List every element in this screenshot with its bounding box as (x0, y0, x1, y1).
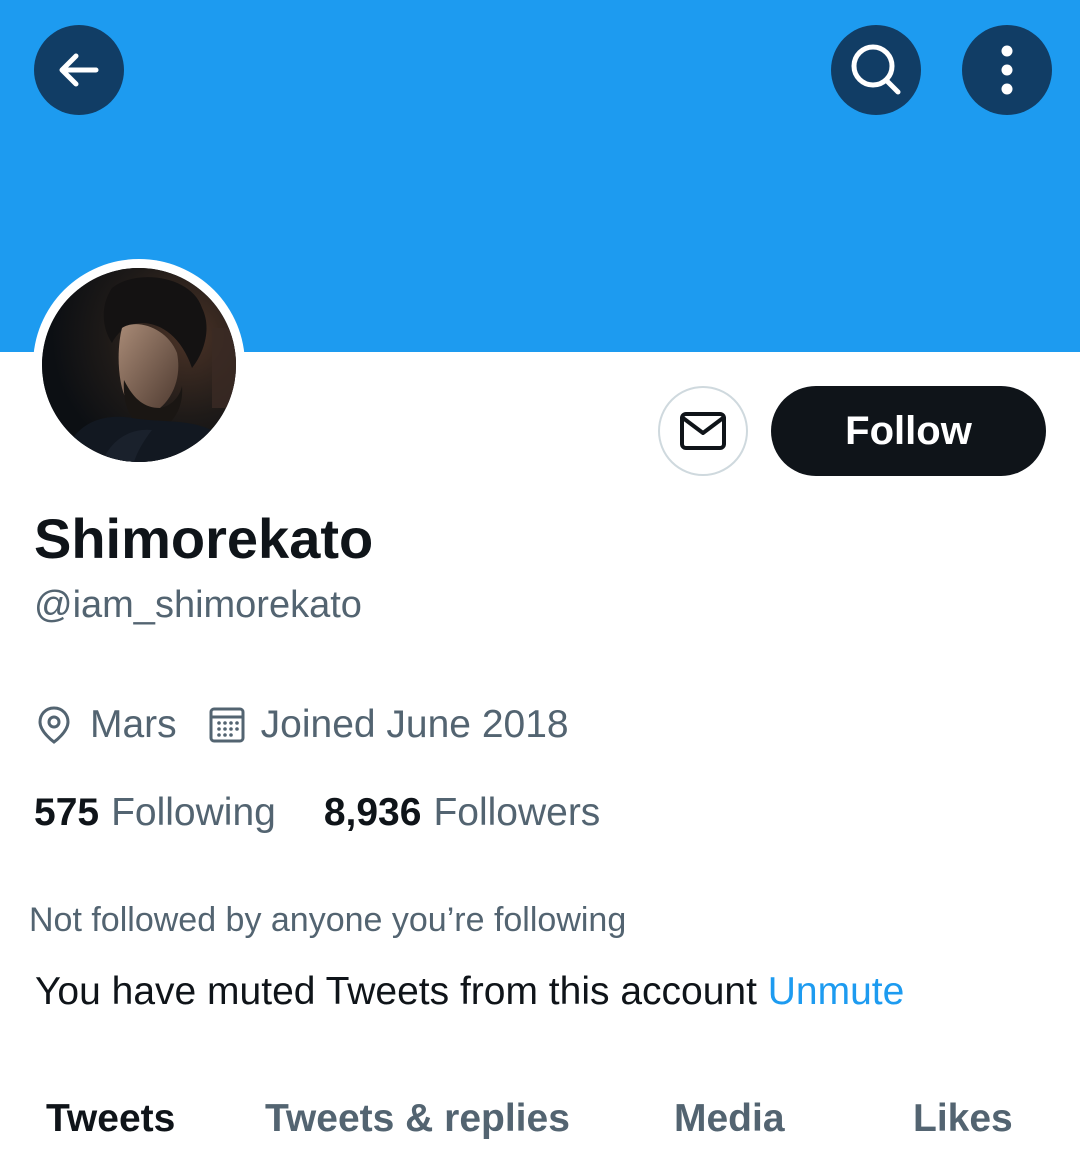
muted-text: You have muted Tweets from this account (35, 970, 757, 1013)
tab-tweets-and-replies[interactable]: Tweets & replies (265, 1097, 570, 1141)
more-options-button[interactable] (962, 25, 1052, 115)
location-pin-icon (36, 705, 72, 745)
not-followed-notice: Not followed by anyone you’re following (29, 901, 627, 939)
followers-count: 8,936 (323, 791, 422, 834)
following-count: 575 (34, 791, 100, 834)
arrow-left-icon (59, 53, 99, 87)
search-button[interactable] (831, 25, 921, 115)
following-link[interactable]: 575 Following (34, 791, 276, 835)
tab-tweets[interactable]: Tweets (46, 1097, 175, 1141)
follow-button[interactable]: Follow (771, 386, 1046, 476)
location-text: Mars (90, 703, 177, 746)
followers-link[interactable]: 8,936 Followers (324, 791, 600, 835)
followers-label: Followers (433, 791, 601, 834)
unmute-link[interactable]: Unmute (768, 970, 905, 1013)
avatar-image (42, 268, 236, 462)
display-name: Shimorekato (34, 507, 374, 570)
more-vertical-icon (1001, 45, 1013, 95)
message-button[interactable] (658, 386, 748, 476)
calendar-icon (209, 706, 245, 744)
user-handle: @iam_shimorekato (34, 584, 362, 626)
envelope-icon (680, 412, 726, 450)
profile-meta: Mars Joined June 2018 (34, 700, 569, 750)
muted-notice: You have muted Tweets from this account … (35, 970, 904, 1014)
following-label: Following (111, 791, 276, 834)
joined-date: Joined June 2018 (260, 703, 569, 746)
avatar[interactable] (33, 259, 245, 471)
back-button[interactable] (34, 25, 124, 115)
search-icon (851, 44, 901, 95)
follow-stats: 575 Following 8,936 Followers (34, 788, 600, 838)
tab-media[interactable]: Media (674, 1097, 785, 1141)
tab-likes[interactable]: Likes (913, 1097, 1013, 1141)
